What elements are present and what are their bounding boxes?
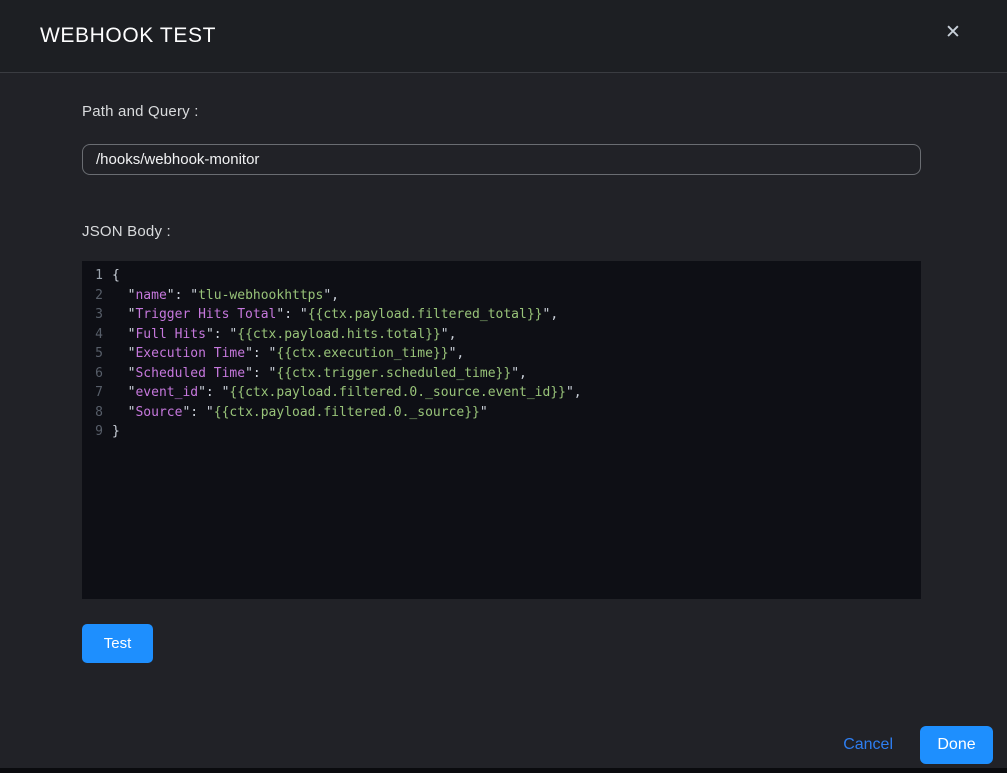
dialog-footer: Cancel Done xyxy=(843,726,993,764)
code-text: } xyxy=(112,422,120,442)
line-number: 7 xyxy=(82,383,112,403)
code-line: 6 "Scheduled Time": "{{ctx.trigger.sched… xyxy=(82,364,921,384)
code-text: "name": "tlu-webhookhttps", xyxy=(112,286,339,306)
dialog-header: WEBHOOK TEST ✕ xyxy=(0,0,1007,73)
dialog-body: Path and Query : JSON Body : 1{2 "name":… xyxy=(0,73,1007,663)
close-icon[interactable]: ✕ xyxy=(939,18,967,46)
code-text: "Trigger Hits Total": "{{ctx.payload.fil… xyxy=(112,305,558,325)
line-number: 5 xyxy=(82,344,112,364)
code-line: 4 "Full Hits": "{{ctx.payload.hits.total… xyxy=(82,325,921,345)
done-button[interactable]: Done xyxy=(920,726,993,764)
path-query-label: Path and Query : xyxy=(82,73,921,120)
json-body-editor[interactable]: 1{2 "name": "tlu-webhookhttps",3 "Trigge… xyxy=(82,261,921,599)
page-title: WEBHOOK TEST xyxy=(40,24,216,48)
line-number: 9 xyxy=(82,422,112,442)
code-text: "Full Hits": "{{ctx.payload.hits.total}}… xyxy=(112,325,456,345)
line-number: 3 xyxy=(82,305,112,325)
code-line: 3 "Trigger Hits Total": "{{ctx.payload.f… xyxy=(82,305,921,325)
code-line: 5 "Execution Time": "{{ctx.execution_tim… xyxy=(82,344,921,364)
line-number: 4 xyxy=(82,325,112,345)
code-text: "event_id": "{{ctx.payload.filtered.0._s… xyxy=(112,383,582,403)
test-button[interactable]: Test xyxy=(82,624,153,663)
line-number: 8 xyxy=(82,403,112,423)
code-text: { xyxy=(112,266,120,286)
code-line: 9} xyxy=(82,422,921,442)
code-line: 1{ xyxy=(82,266,921,286)
code-line: 7 "event_id": "{{ctx.payload.filtered.0.… xyxy=(82,383,921,403)
line-number: 1 xyxy=(82,266,112,286)
code-line: 8 "Source": "{{ctx.payload.filtered.0._s… xyxy=(82,403,921,423)
code-text: "Execution Time": "{{ctx.execution_time}… xyxy=(112,344,464,364)
path-query-input[interactable] xyxy=(82,144,921,175)
webhook-test-dialog: WEBHOOK TEST ✕ Path and Query : JSON Bod… xyxy=(0,0,1007,768)
line-number: 2 xyxy=(82,286,112,306)
cancel-button[interactable]: Cancel xyxy=(843,736,893,754)
code-line: 2 "name": "tlu-webhookhttps", xyxy=(82,286,921,306)
code-text: "Source": "{{ctx.payload.filtered.0._sou… xyxy=(112,403,488,423)
json-body-label: JSON Body : xyxy=(82,175,921,240)
code-text: "Scheduled Time": "{{ctx.trigger.schedul… xyxy=(112,364,527,384)
line-number: 6 xyxy=(82,364,112,384)
